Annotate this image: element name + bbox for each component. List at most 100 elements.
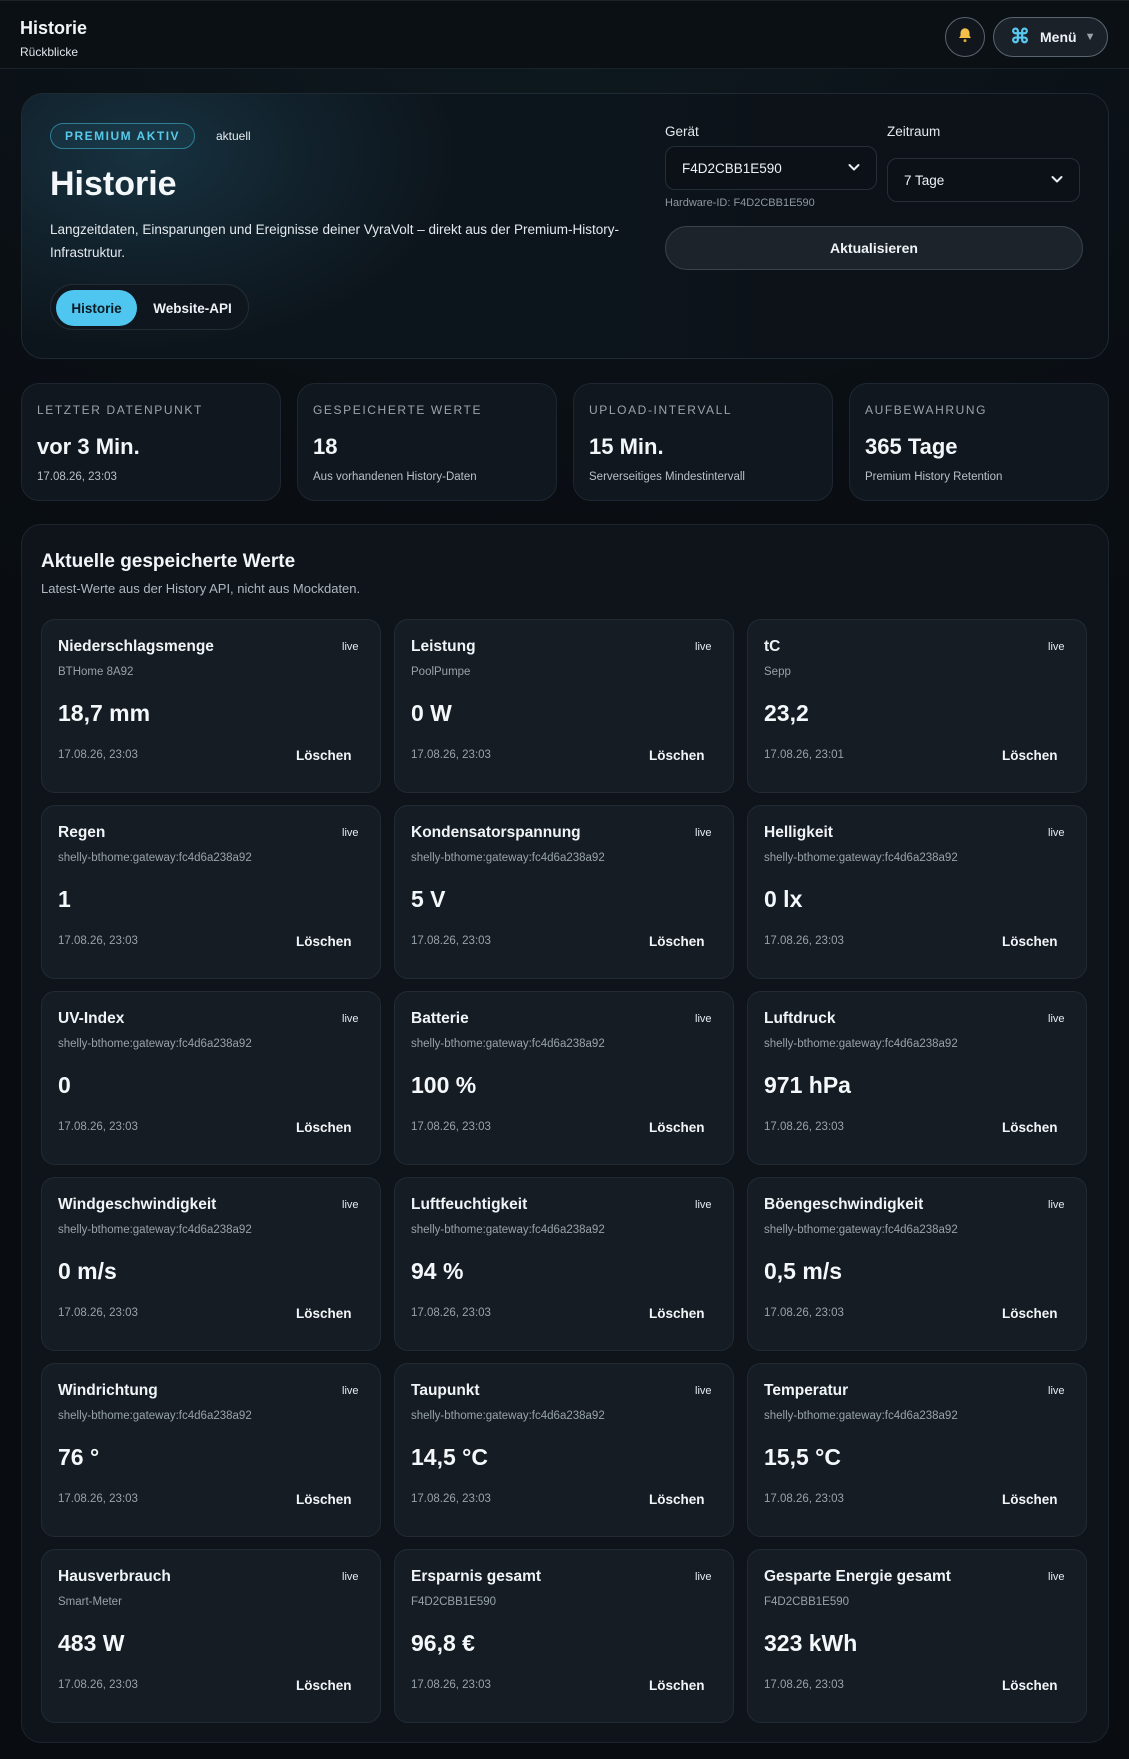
chevron-down-icon <box>1051 176 1063 183</box>
live-indicator: live <box>342 827 359 839</box>
value-card-name: Leistung <box>411 638 476 655</box>
value-card-timestamp: 17.08.26, 23:03 <box>58 935 138 947</box>
value-card-source: PoolPumpe <box>411 666 471 678</box>
value-card-name: Luftdruck <box>764 1010 836 1027</box>
value-card: Leistung live PoolPumpe 0 W 17.08.26, 23:03 L… <box>394 619 734 793</box>
live-indicator: live <box>1048 641 1065 653</box>
top-bar: Historie Rückblicke ⌘ Menü ▼ <box>0 0 1129 69</box>
value-card-value: 0 lx <box>764 886 803 912</box>
delete-button[interactable]: Löschen <box>296 1678 352 1693</box>
value-card-timestamp: 17.08.26, 23:03 <box>764 1679 844 1691</box>
value-card-timestamp: 17.08.26, 23:03 <box>58 1307 138 1319</box>
value-card-timestamp: 17.08.26, 23:03 <box>411 1307 491 1319</box>
delete-button[interactable]: Löschen <box>296 1120 352 1135</box>
value-card-value: 100 % <box>411 1072 477 1098</box>
delete-button[interactable]: Löschen <box>649 1120 705 1135</box>
value-card-value: 0 m/s <box>58 1258 117 1284</box>
value-card-source: F4D2CBB1E590 <box>764 1596 850 1608</box>
value-card-name: Gesparte Energie gesamt <box>764 1568 951 1585</box>
value-card-source: shelly-bthome:gateway:fc4d6a238a92 <box>764 1224 958 1236</box>
device-select[interactable]: F4D2CBB1E590 <box>665 146 877 190</box>
range-label: Zeitraum <box>887 124 941 139</box>
live-indicator: live <box>342 1013 359 1025</box>
delete-button[interactable]: Löschen <box>1002 934 1058 949</box>
device-label: Gerät <box>665 124 699 139</box>
value-card-timestamp: 17.08.26, 23:03 <box>411 1121 491 1133</box>
value-card: Taupunkt live shelly-bthome:gateway:fc4d6a… <box>394 1363 734 1537</box>
value-card: UV-Index live shelly-bthome:gateway:fc4d6a… <box>41 991 381 1165</box>
delete-button[interactable]: Löschen <box>1002 1306 1058 1321</box>
value-card: Temperatur live shelly-bthome:gateway:fc4d… <box>747 1363 1087 1537</box>
value-card: Luftdruck live shelly-bthome:gateway:fc4d6… <box>747 991 1087 1165</box>
delete-button[interactable]: Löschen <box>1002 748 1058 763</box>
value-card-name: tC <box>764 638 781 655</box>
delete-button[interactable]: Löschen <box>296 1492 352 1507</box>
value-card: Gesparte Energie gesamt live F4D2CBB1E590 3… <box>747 1549 1087 1723</box>
menu-button[interactable]: ⌘ Menü ▼ <box>993 17 1108 57</box>
value-card-name: Batterie <box>411 1010 469 1027</box>
refresh-button[interactable]: Aktualisieren <box>665 226 1083 270</box>
value-card-value: 15,5 °C <box>764 1444 841 1470</box>
value-card-name: Kondensatorspannung <box>411 824 581 841</box>
hardware-id: Hardware-ID: F4D2CBB1E590 <box>665 197 815 209</box>
hero-description: Langzeitdaten, Einsparungen und Ereignis… <box>50 222 620 260</box>
value-card-source: shelly-bthome:gateway:fc4d6a238a92 <box>58 1224 252 1236</box>
value-card-source: shelly-bthome:gateway:fc4d6a238a92 <box>58 1038 252 1050</box>
value-card-name: Taupunkt <box>411 1382 480 1399</box>
value-card-source: shelly-bthome:gateway:fc4d6a238a92 <box>764 1038 958 1050</box>
value-card-source: BTHome 8A92 <box>58 666 134 678</box>
delete-button[interactable]: Löschen <box>649 1306 705 1321</box>
value-card-source: shelly-bthome:gateway:fc4d6a238a92 <box>58 852 252 864</box>
delete-button[interactable]: Löschen <box>649 748 705 763</box>
delete-button[interactable]: Löschen <box>1002 1492 1058 1507</box>
view-switch: Historie Website-API <box>50 284 249 330</box>
delete-button[interactable]: Löschen <box>296 748 352 763</box>
value-card-source: shelly-bthome:gateway:fc4d6a238a92 <box>58 1410 252 1422</box>
page-subtitle: Rückblicke <box>20 45 79 59</box>
stat-detail: 17.08.26, 23:03 <box>37 471 117 483</box>
value-card-timestamp: 17.08.26, 23:03 <box>58 749 138 761</box>
tab-website-api[interactable]: Website-API <box>140 290 245 326</box>
command-icon: ⌘ <box>1010 26 1030 48</box>
value-card: Niederschlagsmenge live BTHome 8A92 18,7 mm… <box>41 619 381 793</box>
value-card-value: 5 V <box>411 886 446 912</box>
device-select-value: F4D2CBB1E590 <box>682 160 782 176</box>
live-indicator: live <box>1048 827 1065 839</box>
tab-historie[interactable]: Historie <box>56 290 137 326</box>
bell-icon <box>956 26 974 49</box>
delete-button[interactable]: Löschen <box>649 934 705 949</box>
value-card-timestamp: 17.08.26, 23:03 <box>411 1493 491 1505</box>
stat-key: GESPEICHERTE WERTE <box>313 403 483 417</box>
value-card-timestamp: 17.08.26, 23:03 <box>411 1679 491 1691</box>
value-card-value: 483 W <box>58 1630 125 1656</box>
live-indicator: live <box>1048 1571 1065 1583</box>
delete-button[interactable]: Löschen <box>296 934 352 949</box>
stat-retention: AUFBEWAHRUNG 365 Tage Premium History Re… <box>849 383 1109 501</box>
delete-button[interactable]: Löschen <box>649 1492 705 1507</box>
value-card-name: Windgeschwindigkeit <box>58 1196 217 1213</box>
value-card-source: shelly-bthome:gateway:fc4d6a238a92 <box>411 1224 605 1236</box>
stored-values-panel: Aktuelle gespeicherte Werte Latest-Werte… <box>21 524 1109 1743</box>
notifications-button[interactable] <box>945 17 985 57</box>
value-card: Ersparnis gesamt live F4D2CBB1E590 96,8 € 17… <box>394 1549 734 1723</box>
value-card-name: UV-Index <box>58 1010 125 1027</box>
value-card-source: Sepp <box>764 666 791 678</box>
value-card-timestamp: 17.08.26, 23:03 <box>411 749 491 761</box>
delete-button[interactable]: Löschen <box>296 1306 352 1321</box>
hero-title: Historie <box>50 165 177 203</box>
delete-button[interactable]: Löschen <box>1002 1678 1058 1693</box>
live-indicator: live <box>1048 1199 1065 1211</box>
value-card: tC live Sepp 23,2 17.08.26, 23:01 Löschen <box>747 619 1087 793</box>
delete-button[interactable]: Löschen <box>649 1678 705 1693</box>
value-card-name: Windrichtung <box>58 1382 158 1399</box>
chevron-down-icon <box>848 164 860 171</box>
stat-detail: Premium History Retention <box>865 471 1003 483</box>
stat-key: UPLOAD-INTERVALL <box>589 403 733 417</box>
range-select[interactable]: 7 Tage <box>887 158 1080 202</box>
live-indicator: live <box>695 1571 712 1583</box>
value-card-timestamp: 17.08.26, 23:03 <box>764 1493 844 1505</box>
delete-button[interactable]: Löschen <box>1002 1120 1058 1135</box>
value-card: Windrichtung live shelly-bthome:gateway:fc… <box>41 1363 381 1537</box>
live-indicator: live <box>342 1385 359 1397</box>
value-card-source: shelly-bthome:gateway:fc4d6a238a92 <box>411 852 605 864</box>
